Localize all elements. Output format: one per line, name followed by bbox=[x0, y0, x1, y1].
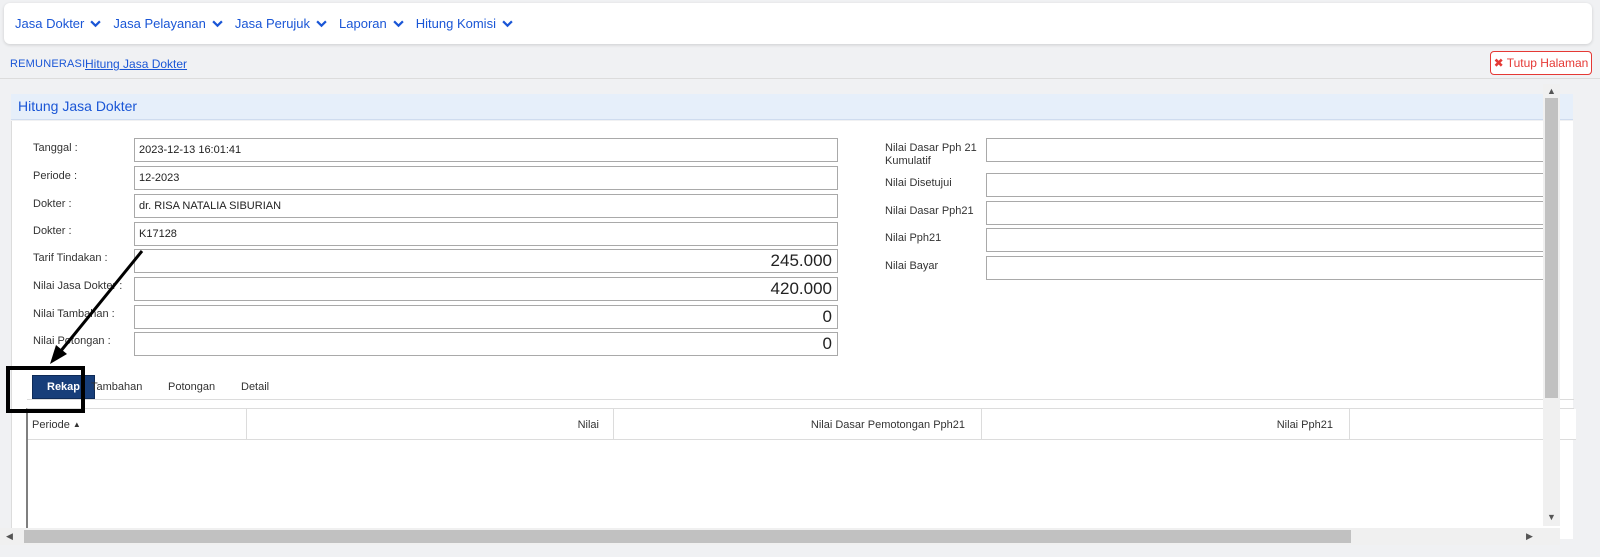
tanggal-label: Tanggal : bbox=[33, 142, 78, 154]
top-nav-bar: Jasa Dokter Jasa Pelayanan Jasa Perujuk … bbox=[4, 3, 1592, 44]
breadcrumb-root[interactable]: REMUNERASI bbox=[10, 58, 85, 70]
scrollbar-corner bbox=[1543, 528, 1560, 545]
column-label: Nilai Pph21 bbox=[1276, 418, 1333, 431]
scroll-left-icon[interactable]: ◀ bbox=[6, 531, 13, 542]
dokter-name-label: Dokter : bbox=[33, 198, 72, 210]
chevron-down-icon bbox=[316, 20, 327, 28]
scroll-up-icon[interactable]: ▲ bbox=[1547, 86, 1556, 96]
column-label: Nilai bbox=[577, 418, 599, 431]
nav-jasa-pelayanan[interactable]: Jasa Pelayanan bbox=[113, 16, 223, 31]
column-header-nilai[interactable]: Nilai bbox=[247, 409, 614, 440]
chevron-down-icon bbox=[90, 20, 102, 28]
rekap-grid: Periode ▲ Nilai Nilai Dasar Pemotongan P… bbox=[26, 408, 1576, 539]
scroll-down-icon[interactable]: ▼ bbox=[1547, 512, 1556, 522]
nilai-dasar-pph21-kumulatif-label: Nilai Dasar Pph 21 Kumulatif bbox=[885, 142, 977, 168]
nav-jasa-dokter[interactable]: Jasa Dokter bbox=[15, 16, 102, 31]
horizontal-scrollbar[interactable]: ◀ ▶ bbox=[0, 528, 1543, 545]
nav-label: Jasa Dokter bbox=[15, 16, 85, 31]
nilai-pph21-label: Nilai Pph21 bbox=[885, 232, 942, 244]
periode-field[interactable]: 12-2023 bbox=[134, 166, 838, 190]
nav-jasa-perujuk[interactable]: Jasa Perujuk bbox=[235, 16, 327, 31]
tarif-tindakan-label: Tarif Tindakan : bbox=[33, 252, 108, 264]
grid-header: Periode ▲ Nilai Nilai Dasar Pemotongan P… bbox=[28, 409, 1576, 440]
close-icon: ✖ bbox=[1493, 56, 1504, 70]
tab-strip: Rekap Tambahan Potongan Detail bbox=[27, 375, 1574, 400]
label-line2: Kumulatif bbox=[885, 155, 931, 167]
nilai-tambahan-field[interactable]: 0 bbox=[134, 305, 838, 329]
dokter-code-field[interactable]: K17128 bbox=[134, 222, 838, 246]
tab-rekap[interactable]: Rekap bbox=[32, 375, 96, 399]
nilai-dasar-pph21-label: Nilai Dasar Pph21 bbox=[885, 205, 974, 217]
column-header-nilai-dasar-pemotongan[interactable]: Nilai Dasar Pemotongan Pph21 bbox=[614, 409, 982, 440]
nilai-bayar-label: Nilai Bayar bbox=[885, 260, 939, 272]
nav-label: Jasa Pelayanan bbox=[113, 16, 206, 31]
scroll-right-icon[interactable]: ▶ bbox=[1526, 531, 1533, 542]
nav-label: Hitung Komisi bbox=[415, 16, 496, 31]
nilai-disetujui-field[interactable] bbox=[986, 173, 1546, 197]
close-page-label: Tutup Halaman bbox=[1506, 56, 1589, 70]
tab-tambahan[interactable]: Tambahan bbox=[91, 375, 142, 399]
dokter-code-label: Dokter : bbox=[33, 225, 72, 237]
nilai-dasar-pph21-kumulatif-field[interactable] bbox=[986, 138, 1546, 162]
nilai-disetujui-label: Nilai Disetujui bbox=[885, 177, 952, 189]
chevron-down-icon bbox=[502, 20, 513, 28]
periode-label: Periode : bbox=[33, 170, 78, 182]
breadcrumb-current[interactable]: Hitung Jasa Dokter bbox=[85, 57, 187, 71]
nav-hitung-komisi[interactable]: Hitung Komisi bbox=[416, 16, 513, 31]
breadcrumb: REMUNERASI Hitung Jasa Dokter ✖ Tutup Ha… bbox=[0, 51, 1600, 79]
close-page-button[interactable]: ✖ Tutup Halaman bbox=[1490, 51, 1592, 75]
tanggal-field[interactable]: 2023-12-13 16:01:41 bbox=[134, 138, 838, 162]
column-label: Nilai Dasar Pemotongan Pph21 bbox=[810, 418, 965, 431]
nilai-potongan-label: Nilai Potongan : bbox=[33, 335, 111, 347]
panel-body: Tanggal : 2023-12-13 16:01:41 Periode : … bbox=[11, 121, 1576, 539]
tab-detail[interactable]: Detail bbox=[241, 375, 269, 399]
nilai-jasa-dokter-field[interactable]: 420.000 bbox=[134, 277, 838, 301]
tab-potongan[interactable]: Potongan bbox=[168, 375, 215, 399]
column-header-periode[interactable]: Periode ▲ bbox=[28, 409, 247, 440]
nilai-jasa-dokter-label: Nilai Jasa Dokter : bbox=[33, 280, 123, 292]
nilai-dasar-pph21-field[interactable] bbox=[986, 201, 1546, 225]
nilai-tambahan-label: Nilai Tambahan : bbox=[33, 308, 115, 320]
panel-title: Hitung Jasa Dokter bbox=[18, 98, 138, 114]
nilai-potongan-field[interactable]: 0 bbox=[134, 332, 838, 356]
vertical-scroll-thumb[interactable] bbox=[1545, 98, 1558, 398]
nilai-bayar-field[interactable] bbox=[986, 256, 1546, 280]
chevron-down-icon bbox=[393, 20, 404, 28]
chevron-down-icon bbox=[212, 20, 223, 28]
column-label: Periode bbox=[32, 418, 70, 431]
nav-label: Jasa Perujuk bbox=[234, 16, 311, 31]
panel-header: Hitung Jasa Dokter bbox=[11, 94, 1573, 120]
tarif-tindakan-field[interactable]: 245.000 bbox=[134, 249, 838, 273]
nav-label: Laporan bbox=[339, 16, 387, 31]
vertical-scrollbar[interactable]: ▲ ▼ bbox=[1543, 84, 1560, 526]
nilai-pph21-field[interactable] bbox=[986, 228, 1546, 252]
horizontal-scroll-thumb[interactable] bbox=[24, 530, 1351, 543]
label-line1: Nilai Dasar Pph 21 bbox=[885, 142, 977, 154]
nav-laporan[interactable]: Laporan bbox=[339, 16, 404, 31]
sort-asc-icon: ▲ bbox=[72, 420, 81, 429]
column-header-nilai-pph21[interactable]: Nilai Pph21 bbox=[982, 409, 1350, 440]
dokter-name-field[interactable]: dr. RISA NATALIA SIBURIAN bbox=[134, 194, 838, 218]
